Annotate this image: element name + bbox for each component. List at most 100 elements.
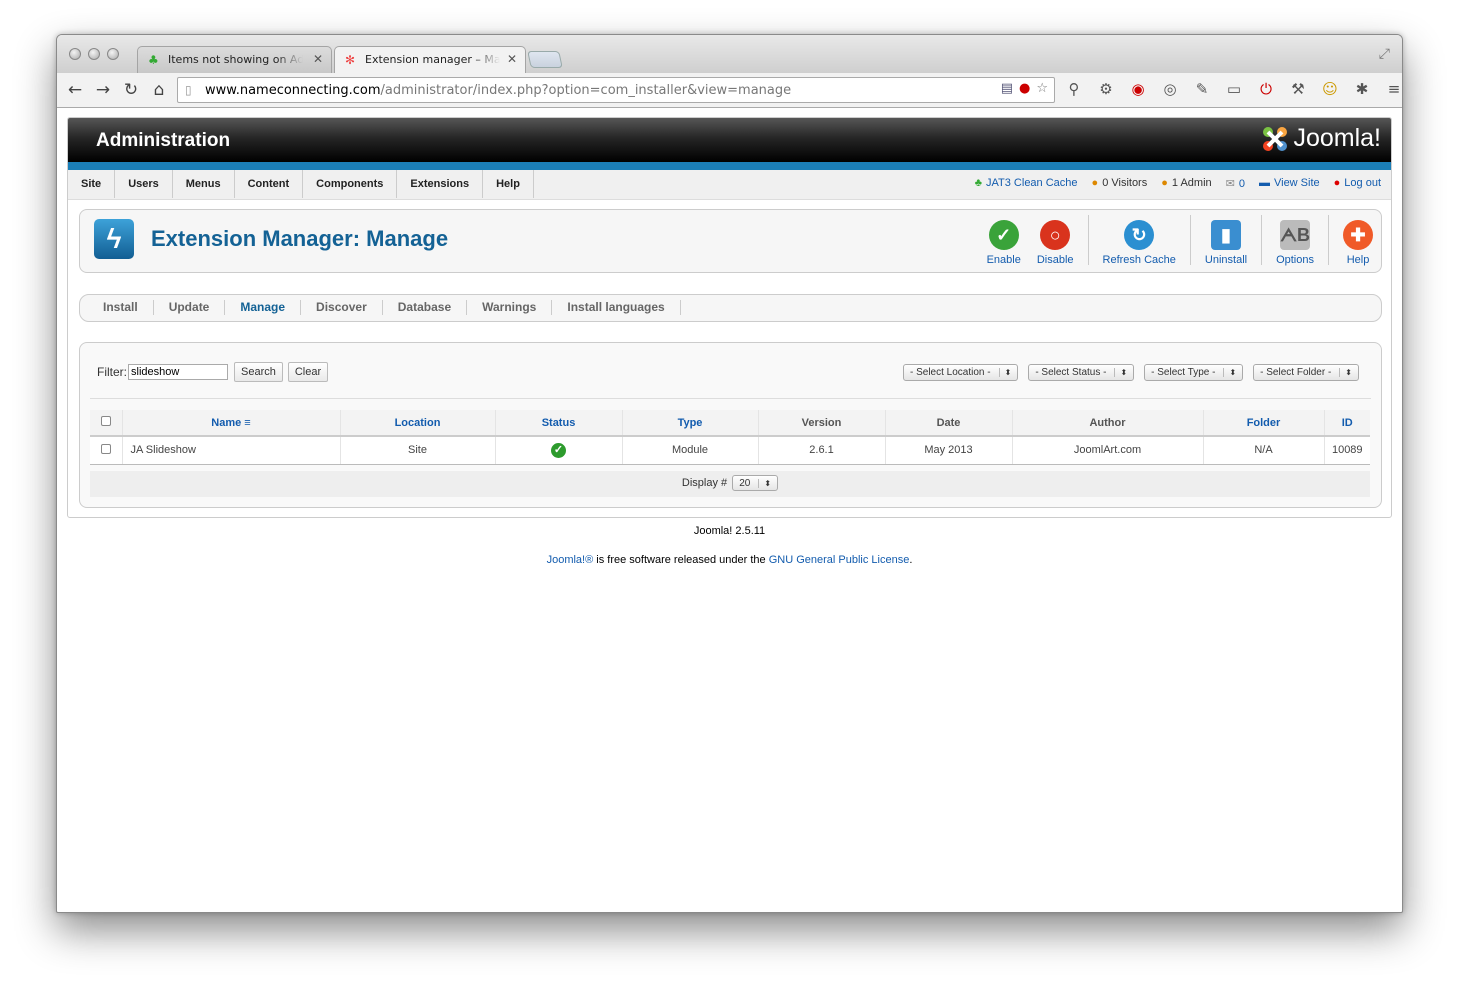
type-column-header[interactable]: Type bbox=[622, 410, 759, 437]
menu-users[interactable]: Users bbox=[115, 170, 173, 198]
bug-icon[interactable]: ✱ bbox=[1351, 80, 1373, 98]
enable-button[interactable]: ✓ Enable bbox=[979, 215, 1029, 266]
gpl-link[interactable]: GNU General Public License bbox=[769, 554, 910, 566]
status-column-header[interactable]: Status bbox=[495, 410, 623, 437]
version-cell: 2.6.1 bbox=[758, 436, 886, 465]
tab-manage[interactable]: Manage bbox=[225, 300, 302, 315]
address-bar[interactable]: ▯ www.nameconnecting.com/administrator/i… bbox=[177, 77, 1055, 103]
id-column-header[interactable]: ID bbox=[1324, 410, 1370, 437]
browser-tab-1[interactable]: ♣ Items not showing on Adm ✕ bbox=[137, 46, 332, 73]
search-button[interactable]: Search bbox=[234, 362, 283, 382]
uninstall-button[interactable]: ▮ Uninstall bbox=[1197, 215, 1255, 266]
pagination: Display # 20 ⬍ bbox=[90, 471, 1370, 497]
joomla-logo-text: Joomla! bbox=[1293, 124, 1381, 152]
menu-components[interactable]: Components bbox=[303, 170, 398, 198]
select-all-checkbox[interactable] bbox=[100, 416, 111, 426]
close-tab-icon[interactable]: ✕ bbox=[313, 52, 323, 66]
location-select[interactable]: - Select Location - ⬍ bbox=[903, 364, 1019, 381]
cookie-icon[interactable]: ☺ bbox=[1319, 80, 1341, 98]
eyedropper-icon[interactable]: ✎ bbox=[1191, 80, 1213, 98]
type-select[interactable]: - Select Type - ⬍ bbox=[1144, 364, 1244, 381]
joomla-link[interactable]: Joomla!® bbox=[547, 554, 594, 566]
browser-tab-2[interactable]: ✻ Extension manager – Mana ✕ bbox=[334, 46, 526, 73]
table-header: Name ≡ Location Status Type Version Date… bbox=[90, 410, 1370, 437]
sort-icon: ≡ bbox=[244, 416, 251, 429]
new-tab-button[interactable] bbox=[527, 51, 563, 68]
wrench-icon[interactable]: ⚒ bbox=[1287, 80, 1309, 98]
menu-icon[interactable]: ≡ bbox=[1383, 80, 1402, 98]
menu-help[interactable]: Help bbox=[483, 170, 534, 198]
view-site-link[interactable]: ▬ View Site bbox=[1259, 177, 1320, 190]
menu-content[interactable]: Content bbox=[235, 170, 304, 198]
menu-site[interactable]: Site bbox=[68, 170, 116, 198]
tab-install[interactable]: Install bbox=[88, 300, 154, 315]
stop-icon: ○ bbox=[1040, 220, 1071, 250]
tab-warnings[interactable]: Warnings bbox=[467, 300, 553, 315]
home-icon[interactable]: ⌂ bbox=[145, 80, 173, 100]
gear-icon[interactable]: ⚙ bbox=[1095, 80, 1117, 98]
minimize-window-button[interactable] bbox=[88, 48, 100, 60]
table-row: JA Slideshow Site ✓ Module 2.6.1 May 201… bbox=[90, 436, 1370, 465]
power-icon[interactable]: ⏻ bbox=[1255, 80, 1277, 98]
options-icon: ᗅB bbox=[1280, 220, 1311, 250]
location-column-header[interactable]: Location bbox=[340, 410, 496, 437]
submenu: Install Update Manage Discover Database … bbox=[79, 294, 1382, 322]
status-select[interactable]: - Select Status - ⬍ bbox=[1028, 364, 1135, 381]
color-wheel-icon[interactable]: ◎ bbox=[1159, 80, 1181, 98]
back-icon[interactable]: ← bbox=[61, 80, 89, 100]
display-select[interactable]: 20 ⬍ bbox=[732, 475, 779, 491]
display-select-value: 20 bbox=[739, 477, 751, 489]
adblock-icon[interactable]: ● bbox=[1019, 81, 1030, 96]
ad-icon[interactable]: ◉ bbox=[1127, 80, 1149, 98]
menu-extensions[interactable]: Extensions bbox=[397, 170, 484, 198]
search-extension-icon[interactable]: ⚲ bbox=[1063, 80, 1085, 98]
reload-icon[interactable]: ↻ bbox=[117, 80, 145, 100]
logout-link[interactable]: ● Log out bbox=[1334, 177, 1381, 190]
help-button[interactable]: ✚ Help bbox=[1335, 215, 1381, 266]
tab-discover[interactable]: Discover bbox=[301, 300, 383, 315]
menu-menus[interactable]: Menus bbox=[173, 170, 235, 198]
zoom-window-button[interactable] bbox=[107, 48, 119, 60]
clear-button[interactable]: Clear bbox=[287, 362, 329, 382]
name-column-header[interactable]: Name ≡ bbox=[122, 410, 341, 437]
flag-icon[interactable]: ▤ bbox=[1001, 81, 1013, 96]
help-label: Help bbox=[1346, 254, 1370, 266]
status-cell: ✓ bbox=[495, 436, 623, 465]
filter-input[interactable] bbox=[128, 364, 228, 380]
refresh-cache-button[interactable]: ↻ Refresh Cache bbox=[1095, 215, 1184, 266]
enabled-status-icon[interactable]: ✓ bbox=[551, 442, 566, 458]
tab-update[interactable]: Update bbox=[154, 300, 226, 315]
star-icon[interactable]: ☆ bbox=[1036, 81, 1048, 96]
messages-link[interactable]: ✉ 0 bbox=[1226, 177, 1245, 190]
url-path: /administrator/index.php?option=com_inst… bbox=[380, 83, 792, 98]
close-window-button[interactable] bbox=[69, 48, 81, 60]
logout-icon: ● bbox=[1333, 177, 1341, 189]
admins-label: 1 Admin bbox=[1171, 177, 1212, 189]
display-label: Display # bbox=[681, 476, 728, 489]
close-tab-icon[interactable]: ✕ bbox=[507, 52, 517, 66]
disable-button[interactable]: ○ Disable bbox=[1029, 215, 1082, 266]
version-column-header: Version bbox=[758, 410, 886, 437]
fullscreen-icon[interactable]: ⤢ bbox=[1379, 45, 1390, 62]
forward-icon[interactable]: → bbox=[89, 80, 117, 100]
filter-selects: - Select Location - ⬍ - Select Status - ⬍ … bbox=[903, 364, 1359, 381]
tab-install-languages[interactable]: Install languages bbox=[552, 300, 681, 315]
extension-list: Filter: Search Clear - Select Location -… bbox=[79, 342, 1382, 508]
extensions-table: Name ≡ Location Status Type Version Date… bbox=[90, 410, 1370, 465]
date-cell: May 2013 bbox=[885, 436, 1013, 465]
folder-column-header[interactable]: Folder bbox=[1203, 410, 1325, 437]
tab-database[interactable]: Database bbox=[383, 300, 468, 315]
id-cell: 10089 bbox=[1324, 436, 1370, 465]
folder-select-value: - Select Folder - bbox=[1260, 367, 1332, 378]
row-checkbox[interactable] bbox=[100, 443, 111, 454]
select-arrow-icon: ⬍ bbox=[1114, 368, 1127, 377]
options-button[interactable]: ᗅB Options bbox=[1268, 215, 1322, 266]
omnibox-icons: ▤ ● ☆ bbox=[1001, 81, 1048, 96]
lifebuoy-icon: ✚ bbox=[1343, 220, 1373, 250]
name-cell: JA Slideshow bbox=[122, 436, 341, 465]
visitors-status: ● 0 Visitors bbox=[1092, 177, 1148, 190]
clean-cache-link[interactable]: ♣ JAT3 Clean Cache bbox=[975, 177, 1078, 190]
folder-cell: N/A bbox=[1203, 436, 1325, 465]
folder-select[interactable]: - Select Folder - ⬍ bbox=[1253, 364, 1359, 381]
ruler-icon[interactable]: ▭ bbox=[1223, 80, 1245, 98]
